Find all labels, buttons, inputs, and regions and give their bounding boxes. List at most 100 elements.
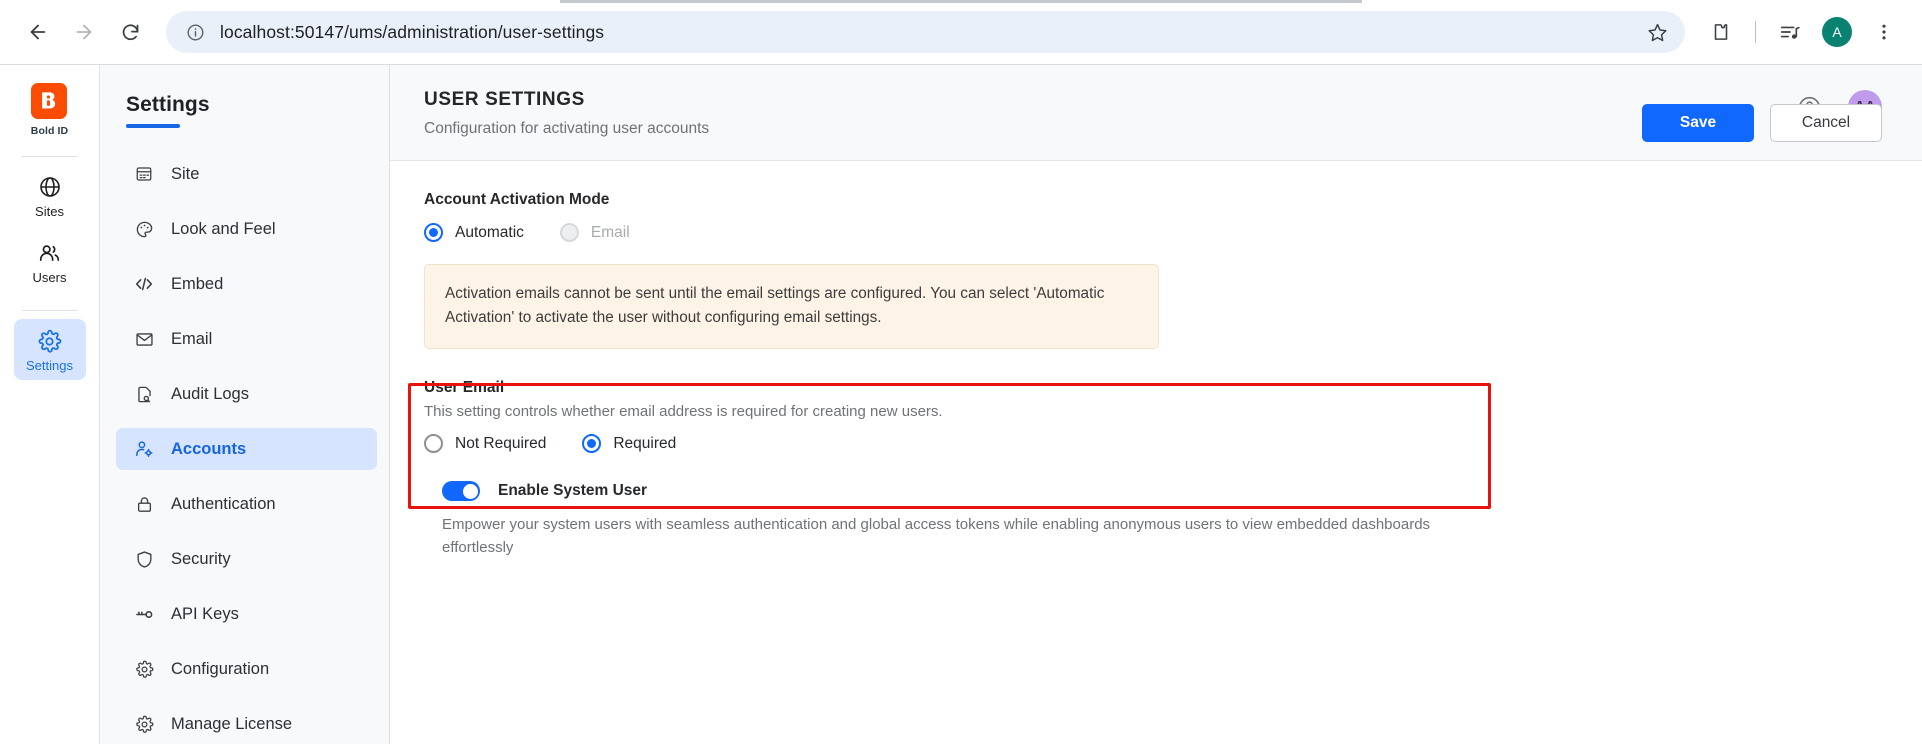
document-search-icon	[133, 383, 155, 405]
site-info-icon[interactable]	[182, 19, 208, 45]
rail-item-users[interactable]: Users	[14, 231, 86, 292]
header-actions: Save Cancel	[1642, 104, 1882, 142]
app-shell: Bold ID Sites Users Settings Settings Si…	[0, 65, 1922, 744]
lock-icon	[133, 493, 155, 515]
media-control-button[interactable]	[1770, 12, 1810, 52]
palette-icon	[133, 218, 155, 240]
url-text: localhost:50147/ums/administration/user-…	[220, 21, 605, 42]
sidebar-item-site[interactable]: Site	[116, 153, 377, 195]
activation-mode-section: Account Activation Mode Automatic Email	[424, 191, 1888, 242]
system-user-section: Enable System User Empower your system u…	[424, 453, 1888, 560]
bold-id-logo-icon	[31, 83, 68, 119]
radio-required-label: Required	[613, 434, 677, 452]
sidebar-item-email[interactable]: Email	[116, 318, 377, 360]
radio-email-indicator	[559, 223, 579, 242]
sidebar-item-audit-logs[interactable]: Audit Logs	[116, 373, 377, 415]
globe-icon	[38, 174, 62, 200]
chrome-profile-avatar[interactable]: A	[1822, 17, 1852, 47]
settings-form: Account Activation Mode Automatic Email …	[390, 161, 1922, 744]
three-dots-vertical-icon	[1882, 24, 1886, 40]
settings-nav-title-underline	[126, 124, 180, 128]
forward-arrow-icon	[76, 24, 92, 40]
sidebar-label-site: Site	[171, 164, 200, 183]
rail-item-sites[interactable]: Sites	[14, 165, 86, 226]
radio-not-required-indicator	[424, 434, 443, 454]
sidebar-label-manage-license: Manage License	[171, 714, 293, 733]
rail-label-users: Users	[32, 270, 67, 285]
reload-button[interactable]	[110, 12, 150, 52]
brand-label: Bold ID	[30, 125, 69, 137]
user-email-description: This setting controls whether email addr…	[424, 403, 943, 421]
sidebar-label-embed: Embed	[171, 274, 224, 293]
content-area: USER SETTINGS Configuration for activati…	[390, 65, 1922, 744]
radio-required[interactable]: Required	[582, 434, 677, 454]
sidebar-item-manage-license[interactable]: Manage License	[116, 703, 377, 744]
tab-strip-edge	[560, 0, 1362, 3]
letter-b-glyph	[42, 92, 56, 109]
enable-system-user-toggle[interactable]	[442, 481, 480, 502]
envelope-icon	[133, 328, 155, 350]
bookmark-star-icon[interactable]	[1643, 18, 1671, 46]
user-gear-icon	[133, 438, 155, 460]
sidebar-item-security[interactable]: Security	[116, 538, 377, 580]
settings-nav-list: Site Look and Feel Embed Email Audit Log…	[100, 153, 389, 744]
radio-not-required-label: Not Required	[455, 434, 547, 452]
email-warning-text: Activation emails cannot be sent until t…	[445, 285, 1105, 327]
browser-toolbar: localhost:50147/ums/administration/user-…	[0, 0, 1922, 65]
sidebar-item-embed[interactable]: Embed	[116, 263, 377, 305]
back-arrow-icon	[30, 24, 46, 40]
page-header: USER SETTINGS Configuration for activati…	[390, 65, 1922, 161]
radio-not-required[interactable]: Not Required	[424, 434, 547, 454]
rail-label-sites: Sites	[35, 204, 64, 219]
extensions-button[interactable]	[1701, 12, 1741, 52]
system-user-toggle-row: Enable System User	[424, 453, 1888, 502]
sidebar-item-api-keys[interactable]: API Keys	[116, 593, 377, 635]
rail-divider-top	[21, 156, 78, 157]
app-icon-rail: Bold ID Sites Users Settings	[0, 65, 100, 744]
forward-button[interactable]	[64, 12, 104, 52]
sidebar-label-look-and-feel: Look and Feel	[171, 219, 276, 238]
sidebar-item-look-and-feel[interactable]: Look and Feel	[116, 208, 377, 250]
key-icon	[133, 603, 155, 625]
gear-icon	[133, 658, 155, 680]
radio-automatic[interactable]: Automatic	[424, 223, 524, 242]
radio-automatic-indicator	[424, 223, 443, 242]
save-button[interactable]: Save	[1642, 104, 1754, 142]
radio-email-label: Email	[590, 223, 630, 241]
puzzle-piece-icon	[1714, 24, 1728, 40]
rail-divider-bottom	[21, 310, 78, 311]
sidebar-item-configuration[interactable]: Configuration	[116, 648, 377, 690]
rail-label-settings: Settings	[26, 358, 73, 373]
settings-nav-panel: Settings Site Look and Feel Embed Email …	[100, 65, 390, 744]
email-warning-banner: Activation emails cannot be sent until t…	[424, 264, 1159, 350]
sidebar-label-authentication: Authentication	[171, 494, 276, 513]
radio-required-indicator	[582, 434, 602, 454]
info-circle-icon	[187, 24, 203, 40]
rail-item-settings[interactable]: Settings	[13, 319, 86, 380]
brand-logo[interactable]: Bold ID	[31, 79, 68, 143]
activation-mode-label: Account Activation Mode	[424, 191, 610, 208]
shield-icon	[133, 548, 155, 570]
reload-icon	[122, 23, 138, 40]
radio-automatic-label: Automatic	[455, 223, 524, 241]
chrome-menu-button[interactable]	[1864, 12, 1904, 52]
toolbar-divider	[1755, 21, 1756, 43]
address-bar[interactable]: localhost:50147/ums/administration/user-…	[166, 11, 1685, 53]
radio-email[interactable]: Email	[559, 223, 630, 242]
back-button[interactable]	[18, 12, 58, 52]
user-email-radio-group: Not Required Required	[424, 434, 1888, 454]
toggle-knob	[462, 483, 478, 499]
settings-nav-header: Settings	[100, 65, 389, 128]
gear-icon	[133, 713, 155, 735]
sidebar-label-email: Email	[171, 329, 213, 348]
sidebar-item-accounts[interactable]: Accounts	[116, 428, 377, 470]
code-icon	[133, 273, 155, 295]
sidebar-label-api-keys: API Keys	[171, 604, 239, 623]
cancel-button[interactable]: Cancel	[1770, 104, 1882, 142]
playlist-note-icon	[1780, 26, 1800, 39]
site-icon	[133, 163, 155, 185]
user-email-section: User Email This setting controls whether…	[424, 379, 1888, 454]
activation-mode-radio-group: Automatic Email	[424, 223, 1888, 242]
enable-system-user-description: Empower your system users with seamless …	[442, 516, 1431, 557]
sidebar-item-authentication[interactable]: Authentication	[116, 483, 377, 525]
